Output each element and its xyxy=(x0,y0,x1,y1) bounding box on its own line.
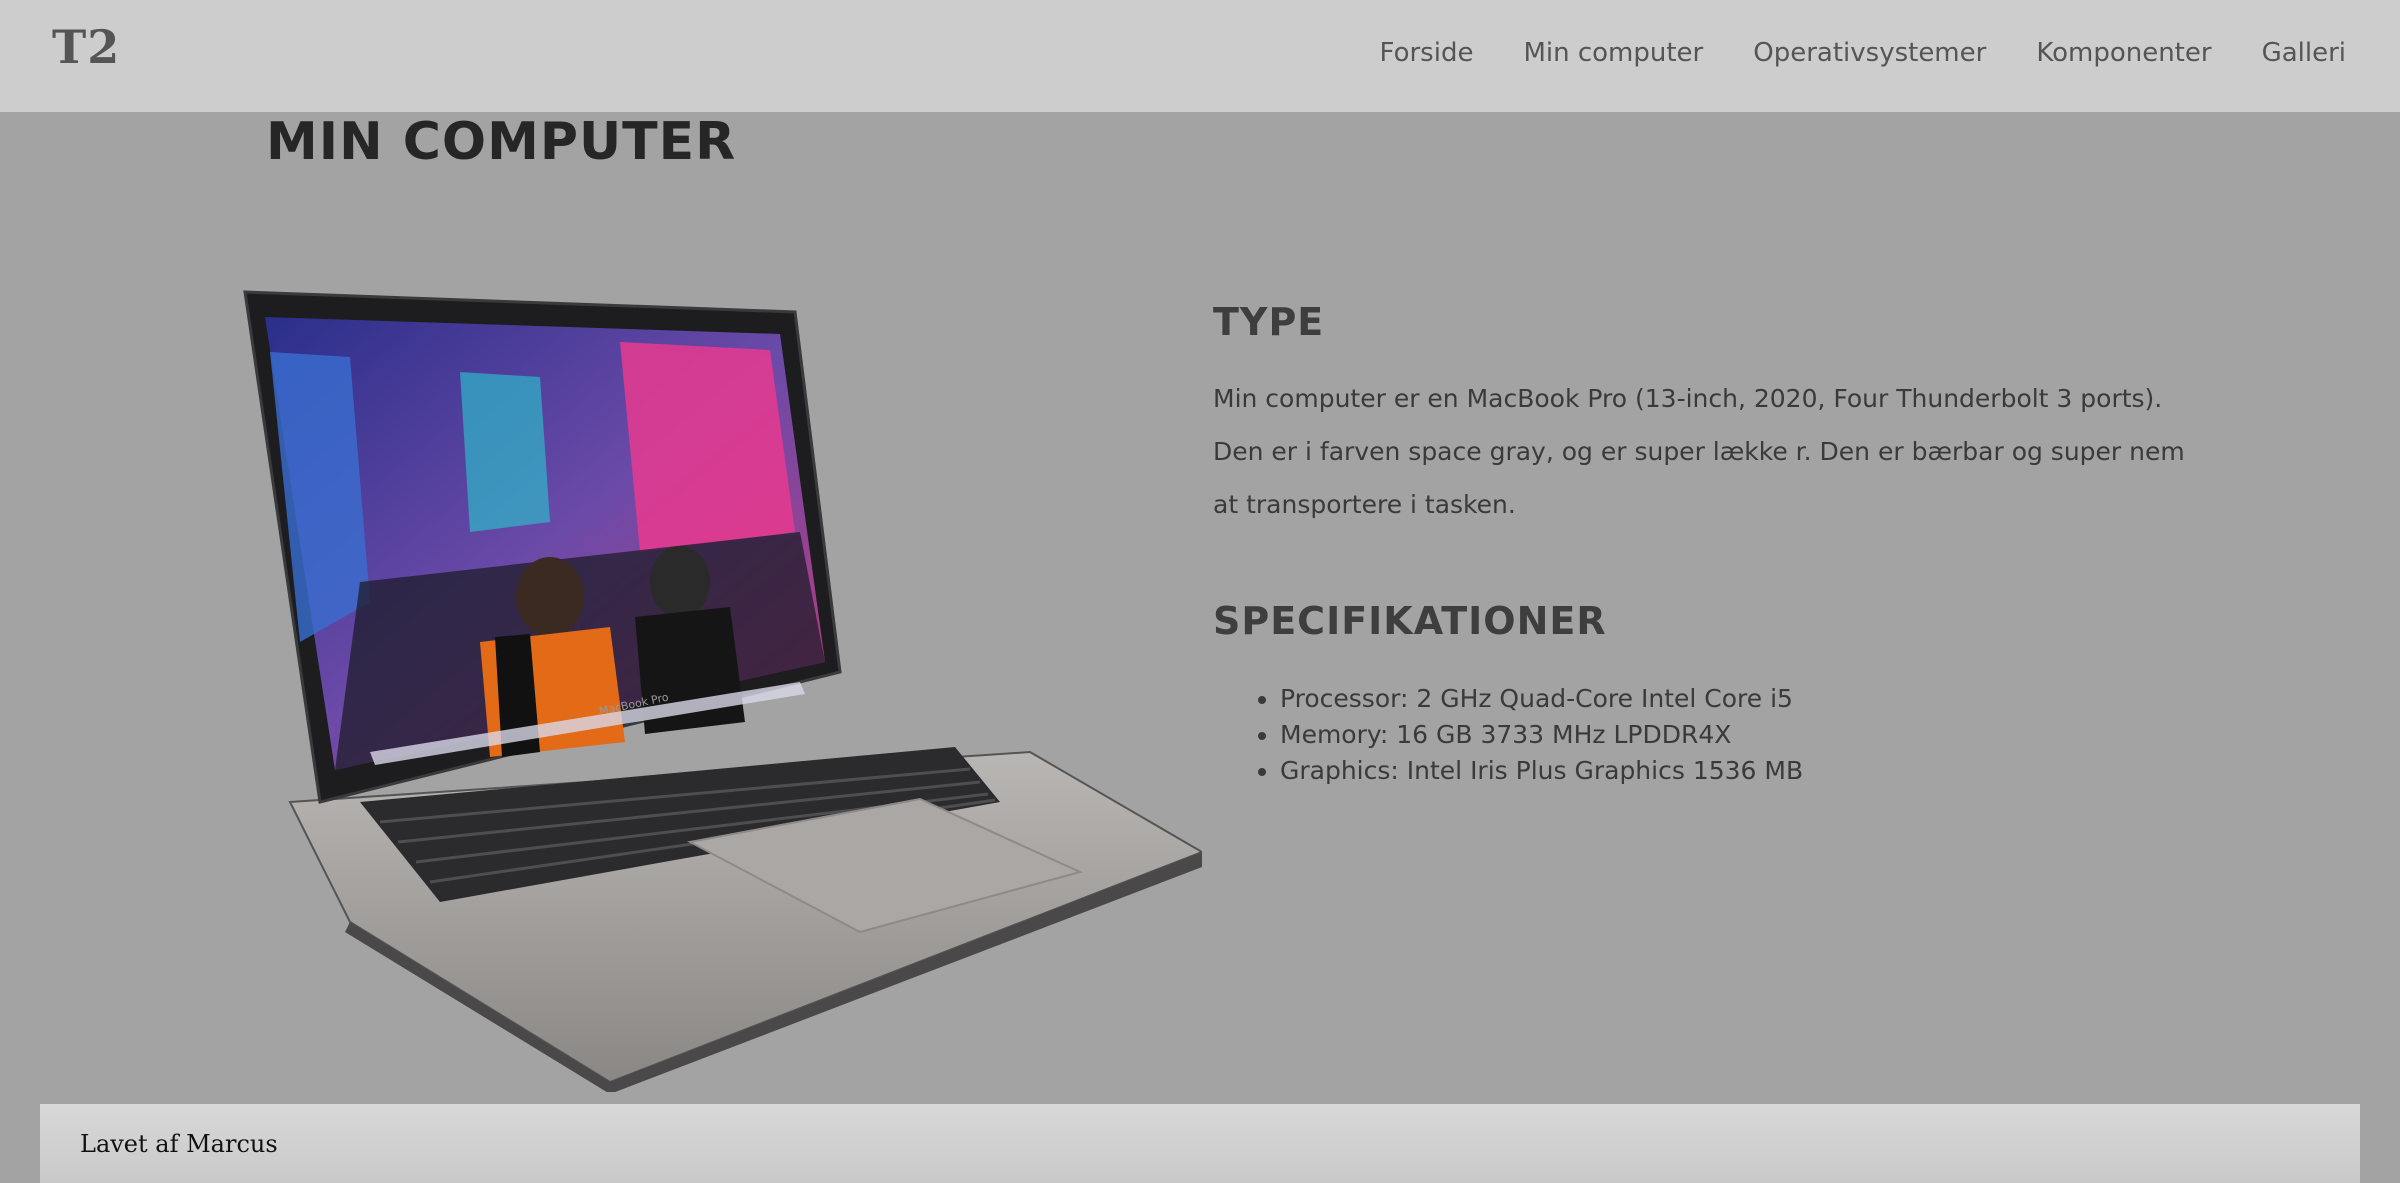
laptop-photo: MacBook Pro xyxy=(243,290,1202,1092)
content-column: TYPE Min computer er en MacBook Pro (13-… xyxy=(1213,300,2203,789)
footer-credit: Lavet af Marcus xyxy=(80,1130,278,1158)
nav-min-computer[interactable]: Min computer xyxy=(1523,38,1703,68)
spec-memory: Memory: 16 GB 3733 MHz LPDDR4X xyxy=(1280,717,2203,753)
nav-operativsystemer[interactable]: Operativsystemer xyxy=(1753,38,1986,68)
main-nav: Forside Min computer Operativsystemer Ko… xyxy=(1380,38,2346,68)
spec-heading: SPECIFIKATIONER xyxy=(1213,599,1607,643)
nav-komponenter[interactable]: Komponenter xyxy=(2036,38,2211,68)
type-heading: TYPE xyxy=(1213,300,1325,344)
spec-processor: Processor: 2 GHz Quad-Core Intel Core i5 xyxy=(1280,681,2203,717)
nav-galleri[interactable]: Galleri xyxy=(2262,38,2346,68)
spec-graphics: Graphics: Intel Iris Plus Graphics 1536 … xyxy=(1280,753,2203,789)
type-description: Min computer er en MacBook Pro (13-inch,… xyxy=(1213,384,2185,519)
site-footer: Lavet af Marcus xyxy=(40,1104,2360,1183)
site-logo[interactable]: T2 xyxy=(52,20,120,74)
nav-forside[interactable]: Forside xyxy=(1380,38,1474,68)
spec-list: Processor: 2 GHz Quad-Core Intel Core i5… xyxy=(1213,681,2203,789)
page-title: MIN COMPUTER xyxy=(266,112,737,172)
site-header: T2 Forside Min computer Operativsystemer… xyxy=(0,0,2400,112)
